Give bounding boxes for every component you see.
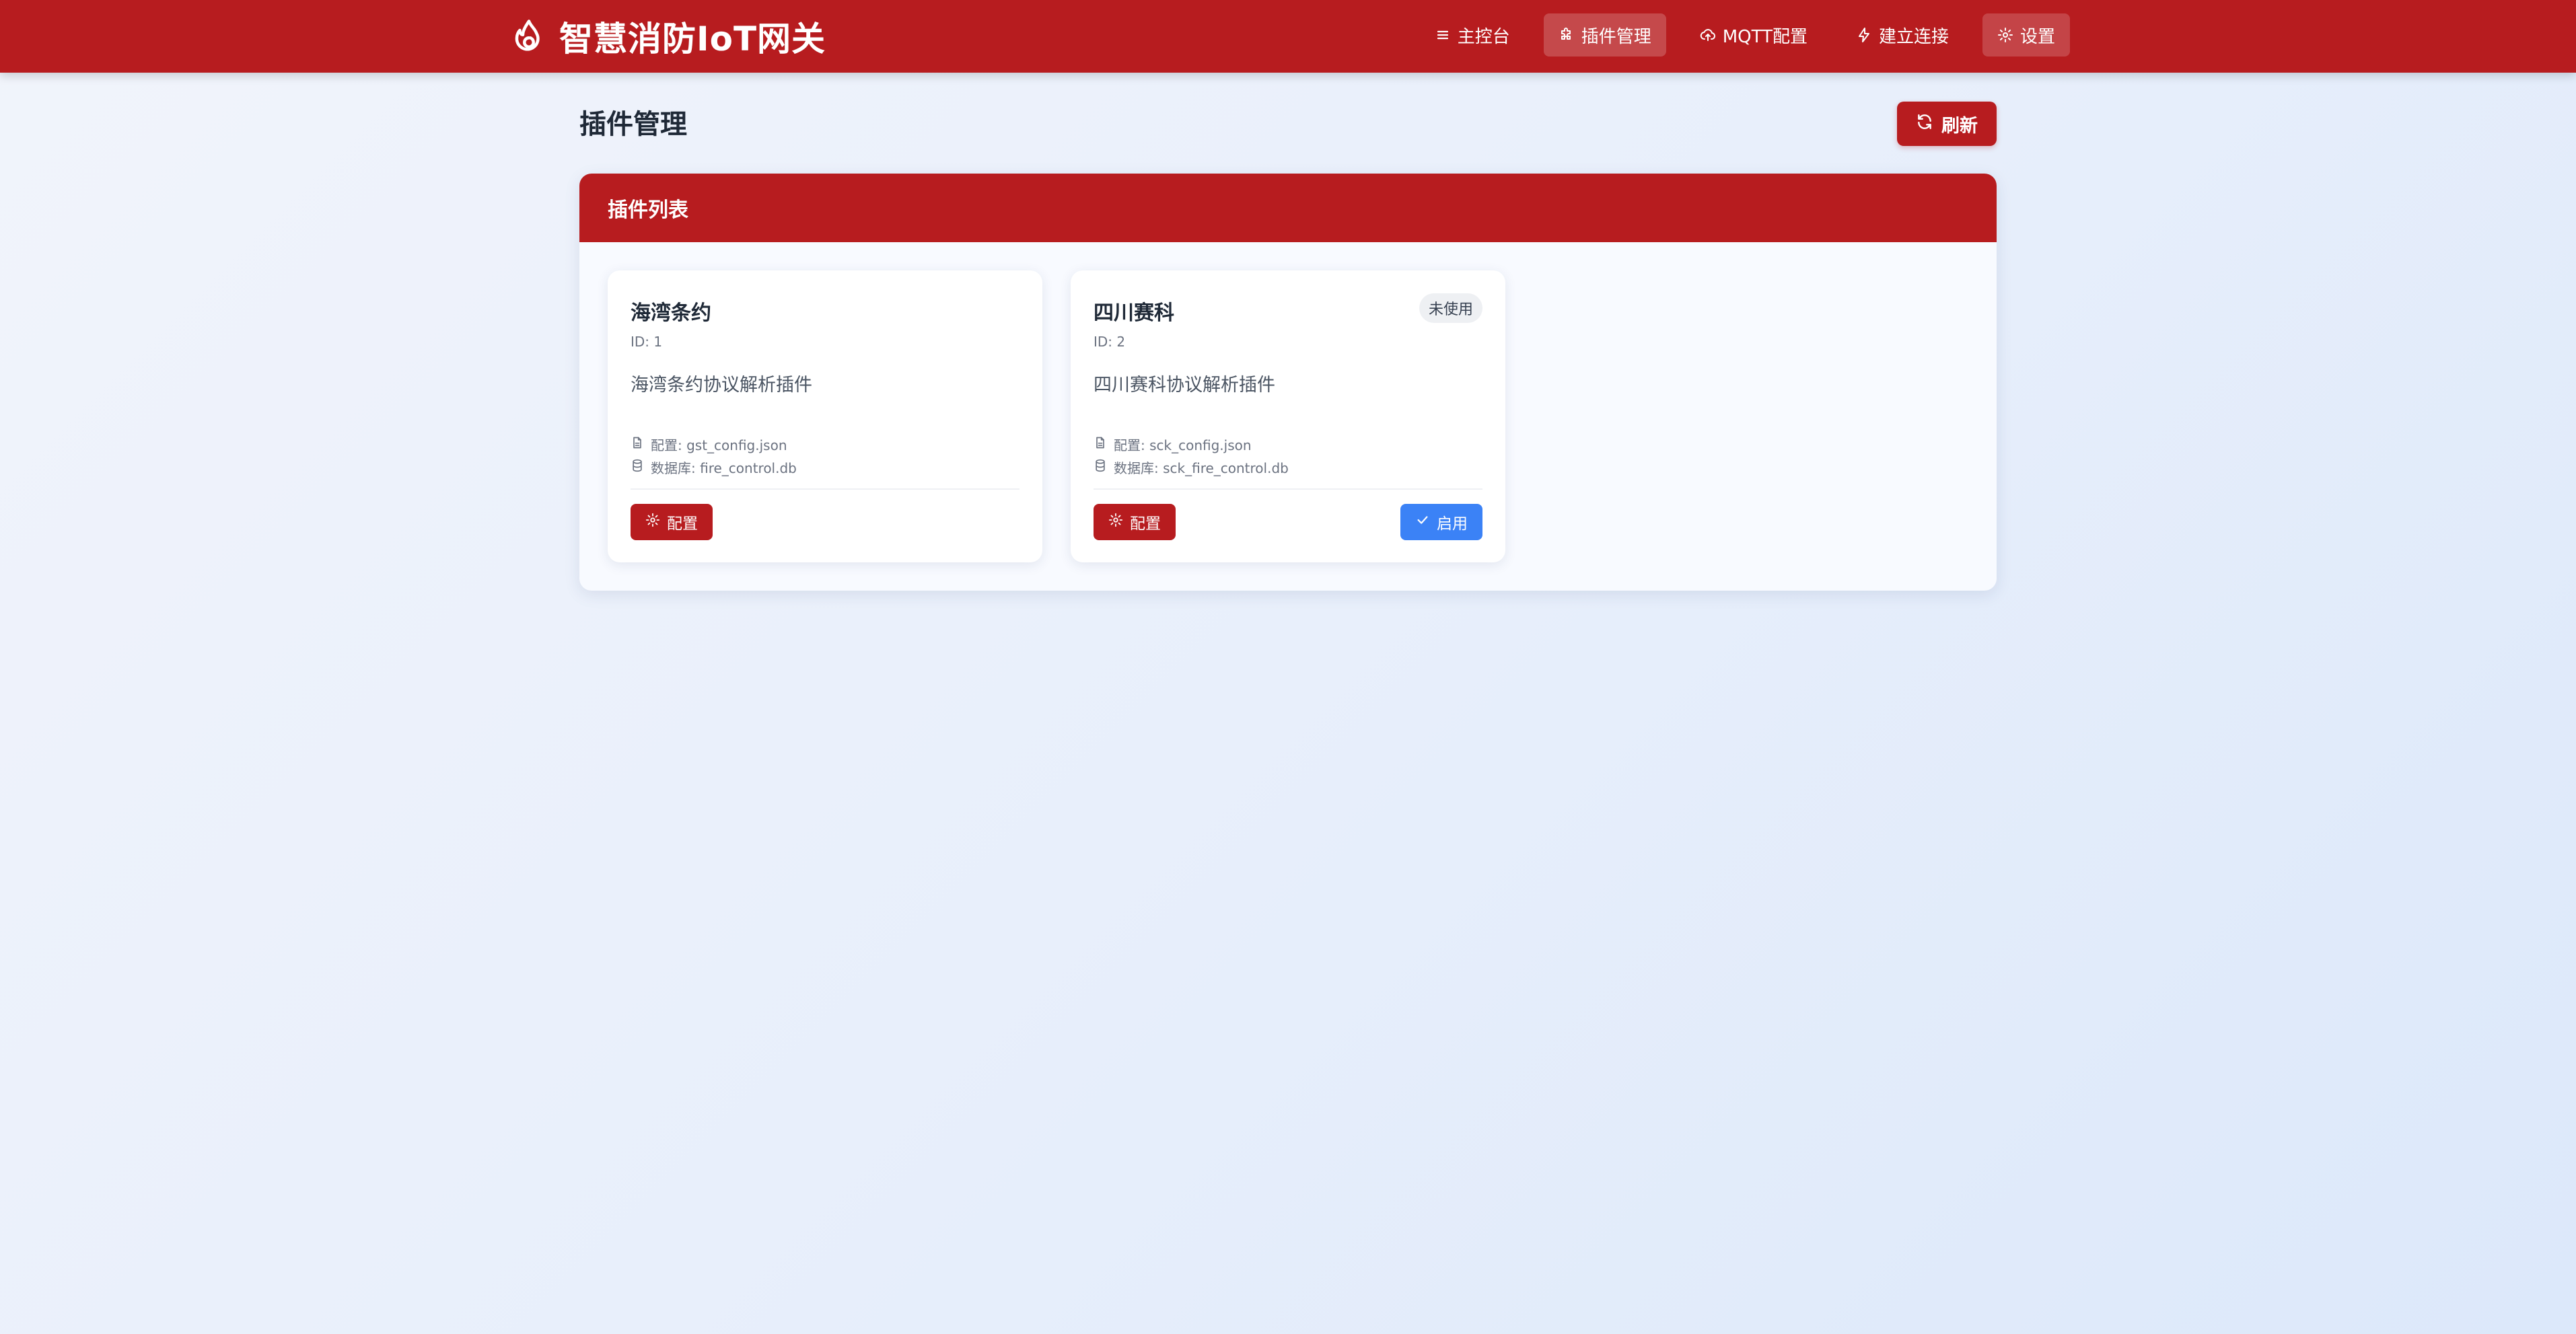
refresh-icon <box>1916 113 1933 135</box>
nav-item-mqtt[interactable]: MQTT配置 <box>1685 13 1822 57</box>
plugin-description: 海湾条约协议解析插件 <box>631 375 812 396</box>
menu-icon <box>1435 27 1451 43</box>
plugin-description: 四川赛科协议解析插件 <box>1094 375 1275 396</box>
plugin-config-file: 配置: gst_config.json <box>631 435 787 454</box>
plugin-name: 四川赛科 <box>1094 301 1174 325</box>
database-icon <box>631 459 644 476</box>
config-button[interactable]: 配置 <box>631 504 713 540</box>
plugin-id: ID: 1 <box>631 334 663 350</box>
enable-button-label: 启用 <box>1437 515 1468 533</box>
app-title: 智慧消防IoT网关 <box>559 20 826 59</box>
flame-icon <box>509 17 548 56</box>
status-badge: 未使用 <box>1419 293 1482 323</box>
plugin-config-file: 配置: sck_config.json <box>1094 435 1252 454</box>
check-icon <box>1415 513 1430 531</box>
plugin-card: 四川赛科 未使用 ID: 2 四川赛科协议解析插件 配置: sck_config… <box>1071 270 1505 562</box>
config-button[interactable]: 配置 <box>1094 504 1176 540</box>
database-text: 数据库: sck_fire_control.db <box>1114 460 1289 476</box>
config-button-label: 配置 <box>1130 515 1161 533</box>
config-button-label: 配置 <box>667 515 698 533</box>
page-title: 插件管理 <box>579 109 687 140</box>
nav-item-label: 建立连接 <box>1878 26 1949 47</box>
nav-item-settings[interactable]: 设置 <box>1982 13 2070 57</box>
nav-item-dashboard[interactable]: 主控台 <box>1420 13 1525 57</box>
gear-icon <box>645 513 660 531</box>
plugin-list-panel: 插件列表 海湾条约 ID: 1 海湾条约协议解析插件 配置: gst_confi… <box>579 174 1997 591</box>
database-icon <box>1094 459 1107 476</box>
nav-item-label: MQTT配置 <box>1722 26 1808 47</box>
cloud-upload-icon <box>1700 27 1716 43</box>
plugin-database: 数据库: sck_fire_control.db <box>1094 457 1289 477</box>
nav-item-plugins[interactable]: 插件管理 <box>1543 13 1666 57</box>
enable-button[interactable]: 启用 <box>1400 504 1482 540</box>
brand[interactable]: 智慧消防IoT网关 <box>509 12 826 61</box>
nav-item-connect[interactable]: 建立连接 <box>1841 13 1964 57</box>
panel-title: 插件列表 <box>608 198 688 222</box>
top-navbar: 智慧消防IoT网关 主控台 插件管理 MQTT配置 建立连接 设置 <box>0 0 2576 73</box>
gear-icon <box>1108 513 1123 531</box>
card-divider <box>1094 488 1482 490</box>
main-nav: 主控台 插件管理 MQTT配置 建立连接 设置 <box>1420 13 2070 57</box>
lightning-icon <box>1856 27 1872 43</box>
plugin-card: 海湾条约 ID: 1 海湾条约协议解析插件 配置: gst_config.jso… <box>608 270 1042 562</box>
database-text: 数据库: fire_control.db <box>651 460 797 476</box>
panel-header: 插件列表 <box>579 174 1997 242</box>
config-file-text: 配置: sck_config.json <box>1114 437 1252 453</box>
file-icon <box>631 436 644 453</box>
config-file-text: 配置: gst_config.json <box>651 437 787 453</box>
refresh-button[interactable]: 刷新 <box>1897 102 1997 146</box>
gear-icon <box>1997 27 2013 43</box>
file-icon <box>1094 436 1107 453</box>
plugin-id: ID: 2 <box>1094 334 1126 350</box>
nav-item-label: 插件管理 <box>1581 26 1651 47</box>
card-divider <box>631 488 1019 490</box>
refresh-label: 刷新 <box>1941 115 1978 137</box>
puzzle-icon <box>1559 27 1575 43</box>
plugin-name: 海湾条约 <box>631 301 711 325</box>
nav-item-label: 设置 <box>2019 26 2055 47</box>
plugin-database: 数据库: fire_control.db <box>631 457 797 477</box>
nav-item-label: 主控台 <box>1457 26 1510 47</box>
